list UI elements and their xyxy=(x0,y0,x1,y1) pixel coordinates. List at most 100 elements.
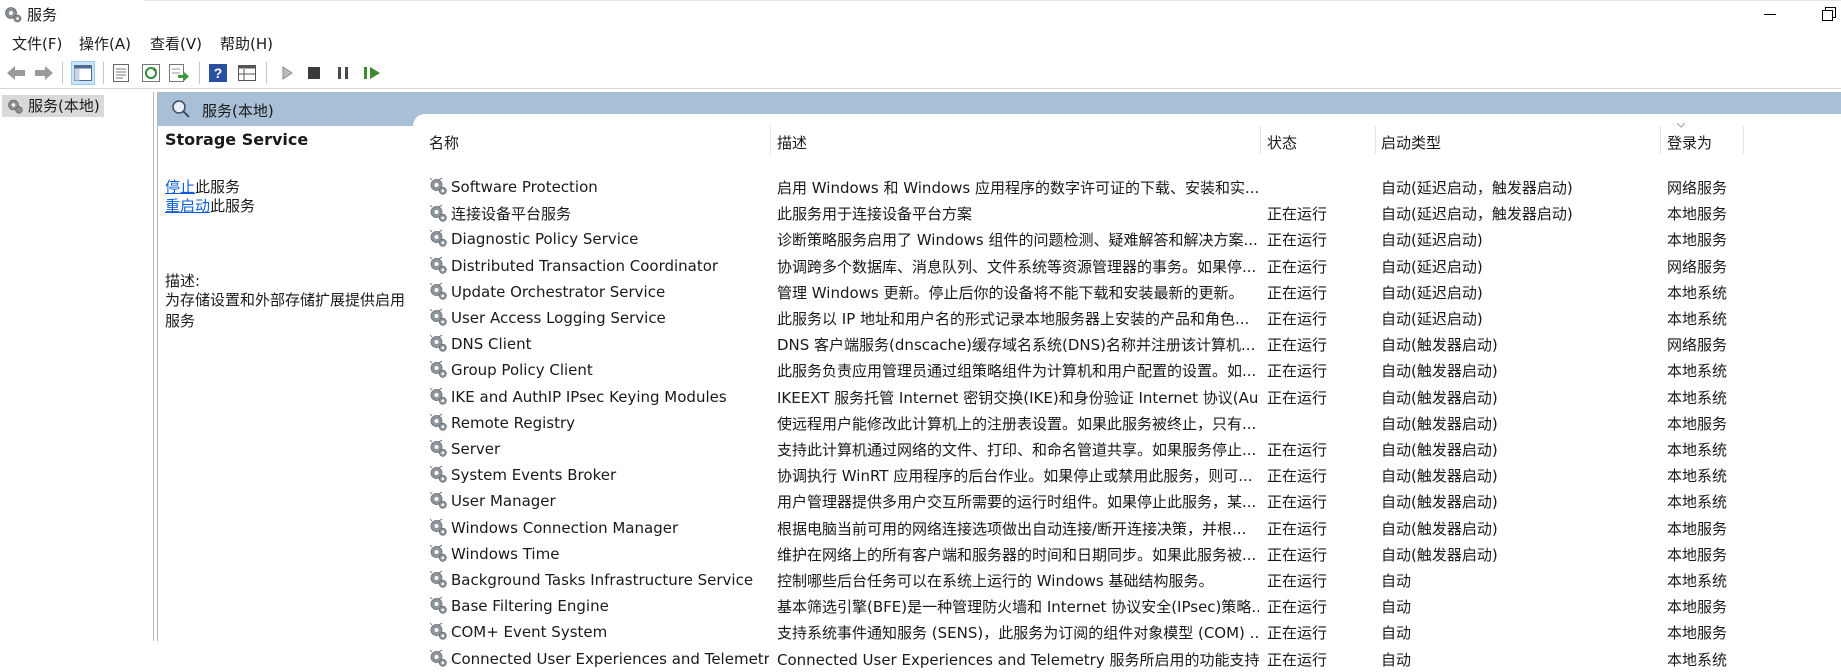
pause-service-icon[interactable] xyxy=(331,61,355,85)
column-header-status[interactable]: 状态 xyxy=(1267,132,1297,153)
table-row[interactable]: Connected User Experiences and Telemetry… xyxy=(423,646,1841,672)
service-gear-icon xyxy=(429,413,448,432)
table-row[interactable]: IKE and AuthIP IPsec Keying Modules IKEEX… xyxy=(423,384,1841,410)
minimize-button[interactable] xyxy=(1762,6,1778,22)
cell-startup: 自动(延迟启动) xyxy=(1381,283,1483,302)
cell-logon: 本地系统 xyxy=(1667,572,1728,590)
service-gear-icon xyxy=(429,204,448,223)
cell-description: IKEEXT 服务托管 Internet 密钥交换(IKE)和身份验证 Inte… xyxy=(777,388,1259,407)
view-icon[interactable] xyxy=(235,61,259,85)
restore-button[interactable] xyxy=(1821,6,1837,22)
cell-logon: 本地系统 xyxy=(1667,388,1728,407)
menu-file[interactable]: 文件(F) xyxy=(12,33,62,54)
column-header-logon[interactable]: 登录为 xyxy=(1667,132,1712,153)
cell-startup: 自动(触发器启动) xyxy=(1381,362,1498,381)
cell-status: 正在运行 xyxy=(1267,624,1328,643)
cell-status: 正在运行 xyxy=(1267,205,1328,224)
cell-logon: 本地服务 xyxy=(1667,414,1728,433)
description-text: 为存储设置和外部存储扩展提供启用服务 xyxy=(165,291,406,330)
table-row[interactable]: Diagnostic Policy Service 诊断策略服务启用了 Windo… xyxy=(423,226,1841,252)
column-header-startup-type[interactable]: 启动类型 xyxy=(1381,132,1441,153)
services-gear-icon xyxy=(5,7,22,23)
table-row[interactable]: Remote Registry 使远程用户能修改此计算机上的注册表设置。如果此服务… xyxy=(423,410,1841,436)
cell-status: 正在运行 xyxy=(1267,572,1328,590)
pane-header: 服务(本地) xyxy=(158,92,1841,126)
table-row[interactable]: Windows Connection Manager 根据电脑当前可用的网络连接选… xyxy=(423,515,1841,541)
description-label: 描述: xyxy=(165,272,201,290)
table-row[interactable]: Background Tasks Infrastructure Service 控… xyxy=(423,567,1841,593)
table-row[interactable]: COM+ Event System 支持系统事件通知服务 (SENS)，此服务为订… xyxy=(423,619,1841,645)
resume-service-icon[interactable] xyxy=(360,61,384,85)
cell-logon: 本地系统 xyxy=(1667,362,1728,381)
column-header-name[interactable]: 名称 xyxy=(429,132,459,153)
cell-name: User Manager xyxy=(429,491,769,510)
service-gear-icon xyxy=(429,177,448,196)
properties-icon[interactable] xyxy=(109,61,133,85)
cell-startup: 自动(触发器启动) xyxy=(1381,493,1498,512)
restart-service-link[interactable]: 重启动 xyxy=(165,197,210,215)
table-row[interactable]: Distributed Transaction Coordinator 协调跨多个… xyxy=(423,253,1841,279)
svg-text:?: ? xyxy=(214,65,223,81)
table-row[interactable]: Group Policy Client 此服务负责应用管理员通过组策略组件为计算机… xyxy=(423,357,1841,383)
table-row[interactable]: Base Filtering Engine 基本筛选引擎(BFE)是一种管理防火墙… xyxy=(423,593,1841,619)
start-service-icon[interactable] xyxy=(275,61,299,85)
service-gear-icon xyxy=(429,387,448,406)
cell-name: Update Orchestrator Service xyxy=(429,282,769,301)
cell-startup: 自动(延迟启动) xyxy=(1381,257,1483,276)
cell-description: 维护在网络上的所有客户端和服务器的时间和日期同步。如果此服务被... xyxy=(777,545,1257,564)
table-row[interactable]: User Manager 用户管理器提供多用户交互所需要的运行时组件。如果停止此服… xyxy=(423,488,1841,514)
tree-item-services-local[interactable]: 服务(本地) xyxy=(2,95,104,117)
table-row[interactable]: Update Orchestrator Service 管理 Windows 更新… xyxy=(423,279,1841,305)
services-list: 名称 描述 状态 启动类型 登录为 Software Protection 启用 … xyxy=(423,123,1841,669)
service-gear-icon xyxy=(429,360,448,379)
cell-status: 正在运行 xyxy=(1267,388,1328,407)
service-gear-icon xyxy=(429,308,448,327)
back-arrow-icon[interactable] xyxy=(4,61,28,85)
table-row[interactable]: 连接设备平台服务 此服务用于连接设备平台方案 正在运行 自动(延迟启动，触发器启动) 本… xyxy=(423,200,1841,226)
service-gear-icon xyxy=(429,649,448,668)
cell-description: 此服务负责应用管理员通过组策略组件为计算机和用户配置的设置。如... xyxy=(777,362,1257,381)
toolbar: ? xyxy=(0,58,1841,89)
table-row[interactable]: Server 支持此计算机通过网络的文件、打印、和命名管道共享。如果服务停止...… xyxy=(423,436,1841,462)
cell-name: Windows Time xyxy=(429,544,769,563)
cell-startup: 自动(触发器启动) xyxy=(1381,336,1498,355)
table-row[interactable]: Windows Time 维护在网络上的所有客户端和服务器的时间和日期同步。如果此… xyxy=(423,541,1841,567)
cell-description: 诊断策略服务启用了 Windows 组件的问题检测、疑难解答和解决方案... xyxy=(777,231,1258,250)
cell-startup: 自动(触发器启动) xyxy=(1381,519,1498,538)
table-row[interactable]: User Access Logging Service 此服务以 IP 地址和用户… xyxy=(423,305,1841,331)
help-icon[interactable]: ? xyxy=(206,61,230,85)
cell-status: 正在运行 xyxy=(1267,362,1328,381)
table-row[interactable]: System Events Broker 协调执行 WinRT 应用程序的后台作业… xyxy=(423,462,1841,488)
table-row[interactable]: Software Protection 启用 Windows 和 Windows … xyxy=(423,174,1841,200)
menu-help[interactable]: 帮助(H) xyxy=(220,33,273,54)
menu-view[interactable]: 查看(V) xyxy=(150,33,202,54)
forward-arrow-icon[interactable] xyxy=(32,61,56,85)
cell-description: 用户管理器提供多用户交互所需要的运行时组件。如果停止此服务，某... xyxy=(777,493,1257,512)
service-gear-icon xyxy=(429,596,448,615)
cell-description: 根据电脑当前可用的网络连接选项做出自动连接/断开连接决策，并根... xyxy=(777,519,1247,538)
cell-logon: 本地系统 xyxy=(1667,441,1728,459)
stop-service-link[interactable]: 停止 xyxy=(165,178,195,196)
selected-service-name: Storage Service xyxy=(165,130,309,149)
export-list-icon[interactable] xyxy=(167,61,191,85)
table-row[interactable]: DNS Client DNS 客户端服务(dnscache)缓存域名系统(DNS)… xyxy=(423,331,1841,357)
menu-action[interactable]: 操作(A) xyxy=(79,33,131,54)
cell-description: 使远程用户能修改此计算机上的注册表设置。如果此服务被终止，只有... xyxy=(777,414,1257,433)
service-gear-icon xyxy=(429,465,448,484)
cell-name: Connected User Experiences and Telemetry xyxy=(429,649,769,668)
restart-service-action: 重启动此服务 xyxy=(165,197,256,215)
refresh-icon[interactable] xyxy=(139,61,163,85)
cell-logon: 本地系统 xyxy=(1667,493,1728,512)
stop-service-icon[interactable] xyxy=(302,61,326,85)
tree-item-label: 服务(本地) xyxy=(28,97,100,115)
menu-bar: 文件(F) 操作(A) 查看(V) 帮助(H) xyxy=(0,30,1841,56)
cell-status: 正在运行 xyxy=(1267,257,1328,276)
cell-logon: 本地系统 xyxy=(1667,650,1728,669)
cell-logon: 网络服务 xyxy=(1667,336,1728,355)
column-header-description[interactable]: 描述 xyxy=(777,132,807,153)
cell-logon: 本地服务 xyxy=(1667,545,1728,564)
console-tree-icon[interactable] xyxy=(71,61,95,85)
cell-description: 支持系统事件通知服务 (SENS)，此服务为订阅的组件对象模型 (COM) ..… xyxy=(777,624,1259,643)
cell-startup: 自动(延迟启动) xyxy=(1381,310,1483,328)
cell-description: 协调执行 WinRT 应用程序的后台作业。如果停止或禁用此服务，则可... xyxy=(777,467,1253,486)
